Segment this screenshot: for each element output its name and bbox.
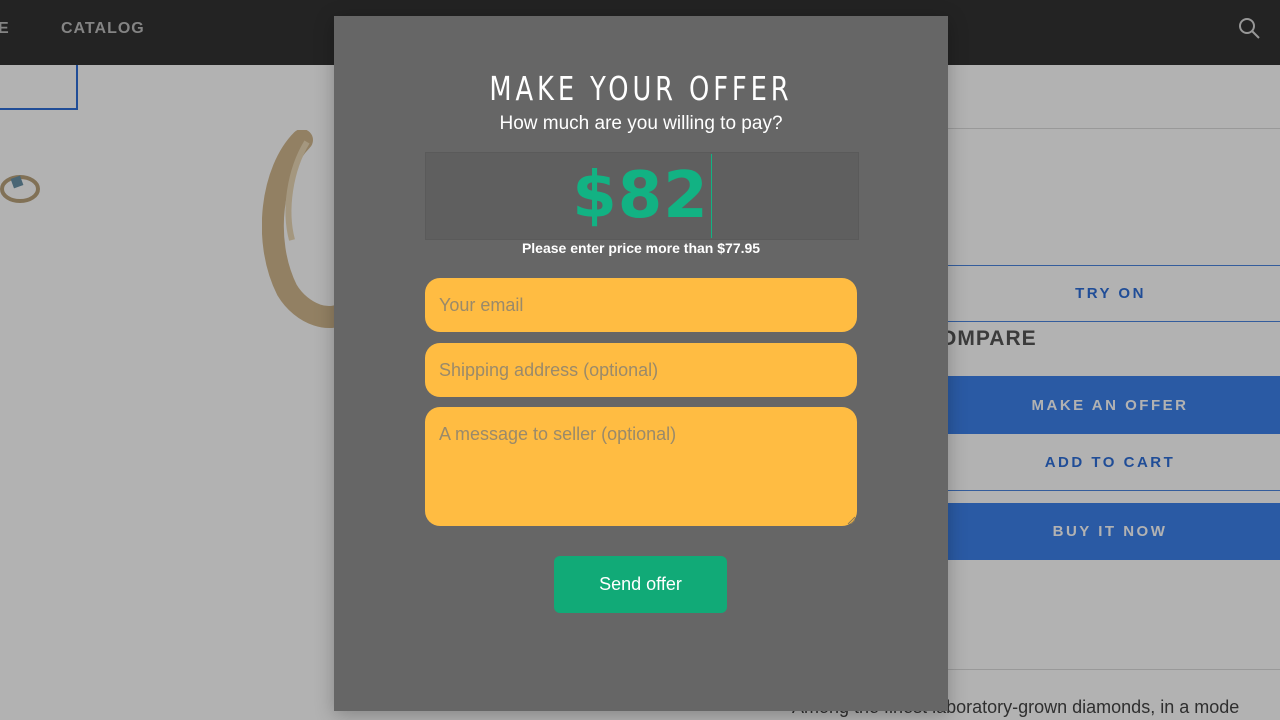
price-hint: Please enter price more than $77.95 bbox=[521, 240, 761, 256]
send-offer-button[interactable]: Send offer bbox=[554, 556, 727, 613]
address-placeholder: Shipping address (optional) bbox=[439, 359, 659, 380]
modal-subtitle: How much are you willing to pay? bbox=[499, 113, 783, 134]
shipping-address-field[interactable]: Shipping address (optional) bbox=[425, 343, 857, 397]
price-input[interactable]: $82 bbox=[425, 152, 859, 240]
resize-handle-icon[interactable] bbox=[847, 516, 855, 524]
message-textarea[interactable]: A message to seller (optional) bbox=[425, 407, 857, 526]
email-field[interactable]: Your email bbox=[425, 278, 857, 332]
price-value: $82 bbox=[572, 159, 709, 233]
message-placeholder: A message to seller (optional) bbox=[439, 424, 677, 444]
text-caret bbox=[710, 154, 712, 238]
modal-title: MAKE YOUR OFFER bbox=[489, 69, 793, 108]
email-placeholder: Your email bbox=[439, 294, 524, 315]
offer-modal: MAKE YOUR OFFER How much are you willing… bbox=[334, 16, 948, 711]
